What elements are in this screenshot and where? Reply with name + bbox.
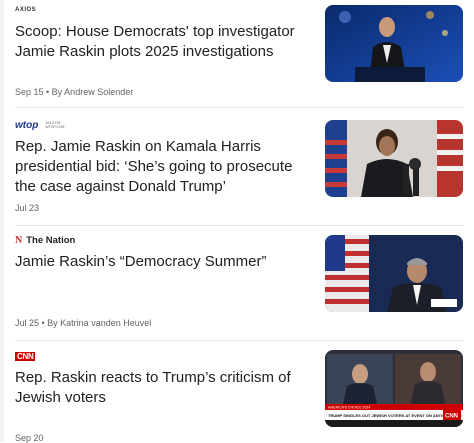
headline-link[interactable]: Rep. Jamie Raskin on Kamala Harris presi… xyxy=(15,137,315,197)
thumbnail-image-podium xyxy=(325,5,463,82)
divider xyxy=(15,340,464,341)
wtop-logo-subtext: 103.5 FM WTOP.COM xyxy=(45,121,65,129)
broadcast-banner: TRUMP SINGLES OUT JEWISH VOTERS AT EVENT… xyxy=(328,413,462,418)
thumbnail-image-broadcast: AMERICA'S CHOICE 2024 TRUMP SINGLES OUT … xyxy=(325,350,463,427)
article-thumbnail[interactable] xyxy=(325,235,463,312)
thumbnail-image-speaker xyxy=(325,120,463,197)
wtop-logo: wtop xyxy=(15,119,39,131)
news-card[interactable]: wtop 103.5 FM WTOP.COM Rep. Jamie Raskin… xyxy=(15,119,465,213)
the-nation-logo: N xyxy=(15,234,23,246)
headline-link[interactable]: Scoop: House Democrats' top investigator… xyxy=(15,22,315,62)
broadcast-tag: AMERICA'S CHOICE 2024 xyxy=(328,406,370,410)
divider xyxy=(15,225,464,226)
headline-link[interactable]: Jamie Raskin’s “Democracy Summer” xyxy=(15,252,315,272)
headline-link[interactable]: Rep. Raskin reacts to Trump’s criticism … xyxy=(15,368,315,408)
news-card[interactable]: AXIOS Scoop: House Democrats' top invest… xyxy=(15,4,465,97)
source-name: The Nation xyxy=(26,234,76,246)
divider xyxy=(15,107,464,108)
article-thumbnail[interactable] xyxy=(325,120,463,197)
cnn-bug: CNN xyxy=(445,414,458,420)
article-meta: Jul 25 • By Katrina vanden Heuvel xyxy=(15,318,152,328)
article-meta: Sep 15 • By Andrew Solender xyxy=(15,87,134,97)
news-card[interactable]: CNN Rep. Raskin reacts to Trump’s critic… xyxy=(15,350,465,443)
axios-logo: AXIOS xyxy=(15,7,37,13)
news-card[interactable]: N The Nation Jamie Raskin’s “Democracy S… xyxy=(15,234,465,328)
article-thumbnail[interactable] xyxy=(325,5,463,82)
article-meta: Jul 23 xyxy=(15,203,40,213)
article-thumbnail[interactable]: AMERICA'S CHOICE 2024 TRUMP SINGLES OUT … xyxy=(325,350,463,427)
thumbnail-image-committee xyxy=(325,235,463,312)
cnn-logo: CNN xyxy=(15,351,36,361)
left-gutter xyxy=(0,0,4,442)
